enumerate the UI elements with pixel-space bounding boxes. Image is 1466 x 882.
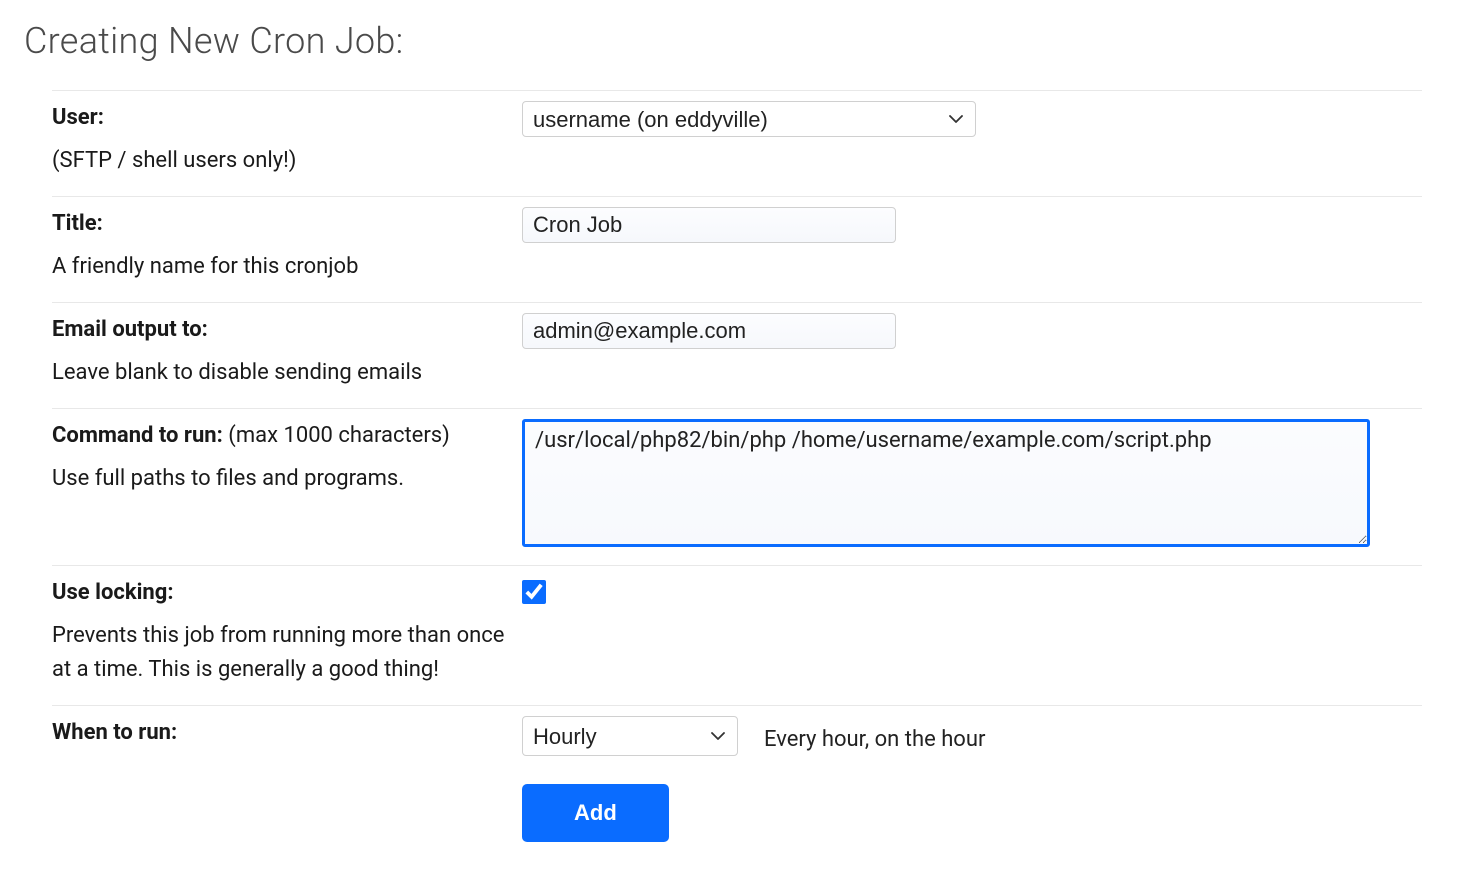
when-hint: Every hour, on the hour — [764, 727, 985, 752]
page-title: Creating New Cron Job: — [24, 20, 1442, 62]
locking-label: Use locking: — [52, 580, 174, 605]
email-input[interactable] — [522, 313, 896, 349]
title-label: Title: — [52, 211, 103, 236]
user-select[interactable]: username (on eddyville) — [522, 101, 976, 137]
locking-sub: Prevents this job from running more than… — [52, 619, 522, 687]
row-submit: Add — [52, 770, 1422, 842]
locking-checkbox[interactable] — [522, 580, 546, 604]
title-input[interactable] — [522, 207, 896, 243]
when-select[interactable]: Hourly — [522, 716, 738, 756]
row-email: Email output to: Leave blank to disable … — [52, 303, 1422, 409]
command-label: Command to run: — [52, 423, 223, 448]
email-label: Email output to: — [52, 317, 208, 342]
user-sub: (SFTP / shell users only!) — [52, 144, 522, 178]
user-label: User: — [52, 105, 104, 130]
row-locking: Use locking: Prevents this job from runn… — [52, 566, 1422, 706]
add-button[interactable]: Add — [522, 784, 669, 842]
command-note: (max 1000 characters) — [223, 423, 450, 448]
command-textarea[interactable]: /usr/local/php82/bin/php /home/username/… — [522, 419, 1370, 547]
title-sub: A friendly name for this cronjob — [52, 250, 522, 284]
row-when: When to run: Hourly Every hour, on the h… — [52, 706, 1422, 771]
command-sub: Use full paths to files and programs. — [52, 462, 522, 496]
row-title: Title: A friendly name for this cronjob — [52, 197, 1422, 303]
row-command: Command to run: (max 1000 characters) Us… — [52, 409, 1422, 566]
row-user: User: (SFTP / shell users only!) usernam… — [52, 91, 1422, 197]
when-label: When to run: — [52, 720, 177, 745]
email-sub: Leave blank to disable sending emails — [52, 356, 522, 390]
